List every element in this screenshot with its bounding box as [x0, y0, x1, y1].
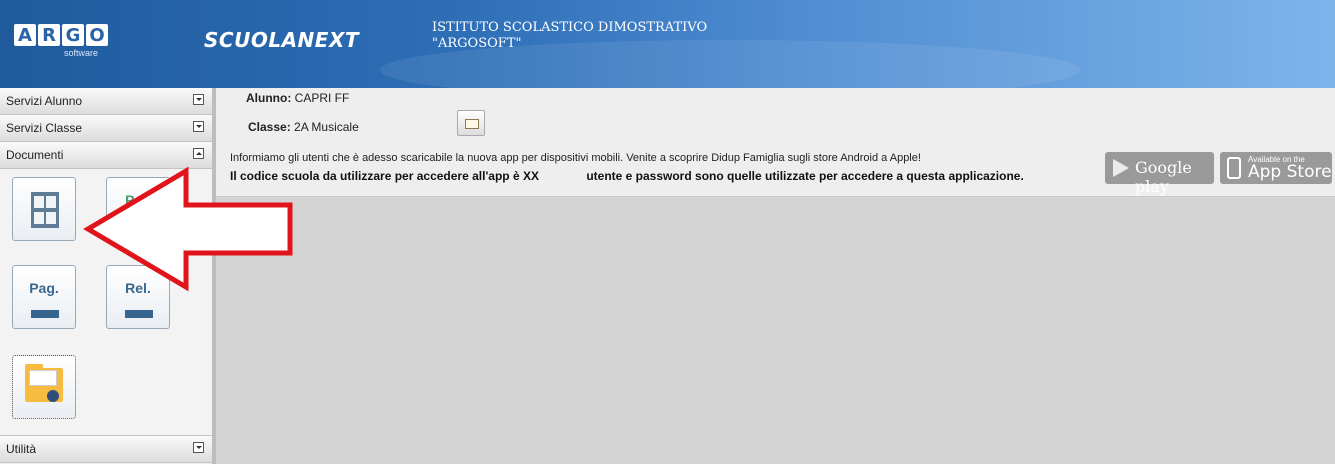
document-tile-bacheca[interactable] [12, 177, 76, 241]
google-play-label: Google play [1135, 158, 1192, 196]
google-play-badge[interactable]: Google play [1105, 152, 1214, 196]
expand-icon[interactable] [193, 442, 204, 453]
printer-icon [465, 119, 479, 129]
documents-panel: Pag Pag. Rel. [0, 169, 212, 436]
sidebar: Servizi Alunno Servizi Classe Documenti … [0, 88, 216, 464]
expand-icon[interactable] [193, 121, 204, 132]
notice-code: Il codice scuola da utilizzare per acced… [230, 169, 1030, 183]
logo-letter: G [62, 24, 84, 46]
logo-letter: A [14, 24, 36, 46]
student-info-box: Alunno: CAPRI FF Classe: 2A Musicale Inf… [216, 88, 1335, 197]
menu-servizi-alunno[interactable]: Servizi Alunno [0, 88, 212, 115]
main-content: Alunno: CAPRI FF Classe: 2A Musicale Inf… [216, 88, 1335, 464]
google-play-icon [1113, 159, 1129, 177]
app-store-badge[interactable]: Available on the App Store [1220, 152, 1332, 184]
menu-documenti[interactable]: Documenti [0, 142, 212, 169]
menu-label: Utilità [6, 442, 37, 456]
tile-label: Pag. [29, 280, 59, 296]
app-store-label: App Store [1248, 162, 1332, 182]
menu-servizi-classe[interactable]: Servizi Classe [0, 115, 212, 142]
argo-logo: A R G O [14, 24, 108, 46]
document-tile-pag[interactable]: Pag. [12, 265, 76, 329]
menu-label: Servizi Classe [6, 121, 83, 135]
school-name-line1: ISTITUTO SCOLASTICO DIMOSTRATIVO [432, 20, 708, 35]
student-row: Alunno: CAPRI FF [246, 91, 349, 105]
document-bar-icon [125, 310, 153, 318]
document-bar-icon [31, 310, 59, 318]
user-icon [47, 390, 59, 402]
app-title: SCUOLANEXT [204, 28, 360, 52]
tile-label: Rel. [125, 280, 151, 296]
menu-utilita[interactable]: Utilità [0, 436, 212, 463]
phone-icon [1227, 157, 1241, 179]
class-row: Classe: 2A Musicale [248, 120, 359, 134]
notice-code-part2: utente e password sono quelle utilizzate… [586, 169, 1024, 183]
menu-label: Servizi Alunno [6, 94, 83, 108]
document-tile-pagella[interactable]: Pag [106, 177, 170, 241]
tile-label: Pag [125, 192, 151, 208]
student-name: CAPRI FF [294, 91, 350, 105]
expand-icon[interactable] [193, 94, 204, 105]
grid-document-icon [31, 192, 59, 228]
print-button[interactable] [457, 110, 485, 136]
class-label: Classe: [248, 120, 291, 134]
logo-subtitle: software [64, 48, 99, 58]
school-name-line2: "ARGOSOFT" [432, 36, 522, 51]
document-tile-rel[interactable]: Rel. [106, 265, 170, 329]
class-name: 2A Musicale [294, 120, 359, 134]
logo-letter: O [86, 24, 108, 46]
notice-code-part1: Il codice scuola da utilizzare per acced… [230, 169, 539, 183]
logo-letter: R [38, 24, 60, 46]
header-banner: A R G O software SCUOLANEXT ISTITUTO SCO… [0, 0, 1335, 88]
notice-text: Informiamo gli utenti che è adesso scari… [230, 152, 921, 164]
student-label: Alunno: [246, 91, 292, 105]
menu-label: Documenti [6, 148, 64, 162]
document-tile-folder[interactable] [12, 355, 76, 419]
collapse-icon[interactable] [193, 148, 204, 159]
school-name: ISTITUTO SCOLASTICO DIMOSTRATIVO "ARGOSO… [432, 20, 707, 52]
folder-document-icon [29, 370, 57, 386]
